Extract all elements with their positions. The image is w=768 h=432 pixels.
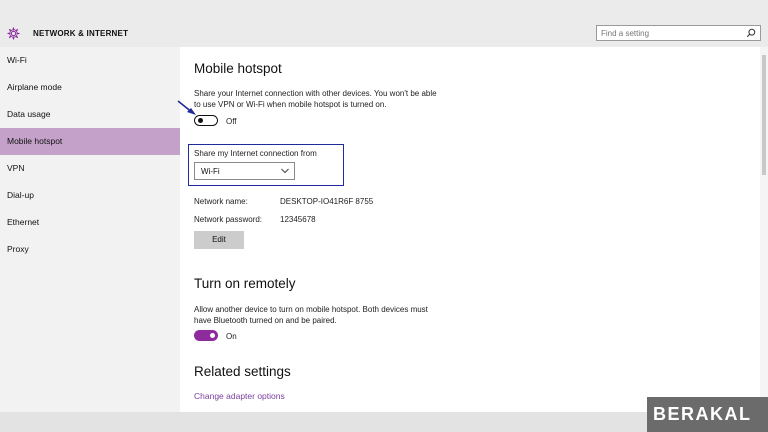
share-from-value: Wi-Fi — [201, 167, 220, 176]
hotspot-toggle-label: Off — [226, 117, 237, 126]
chevron-down-icon — [281, 168, 289, 174]
related-title: Related settings — [194, 364, 291, 379]
network-password-label: Network password: — [194, 215, 263, 224]
remote-toggle[interactable] — [194, 330, 218, 341]
remote-toggle-label: On — [226, 332, 237, 341]
hotspot-title: Mobile hotspot — [194, 61, 282, 76]
gear-icon — [7, 27, 20, 40]
network-name-label: Network name: — [194, 197, 248, 206]
search-icon[interactable] — [746, 28, 756, 38]
edit-button[interactable]: Edit — [194, 231, 244, 249]
hotspot-toggle[interactable] — [194, 115, 218, 126]
arrow-pointer-icon — [177, 100, 196, 115]
share-from-dropdown[interactable]: Wi-Fi — [194, 162, 295, 180]
scrollbar[interactable] — [760, 47, 768, 412]
sidebar-item-dial-up[interactable]: Dial-up — [0, 182, 180, 209]
remote-title: Turn on remotely — [194, 276, 296, 291]
app-title: NETWORK & INTERNET — [33, 29, 129, 38]
network-password-value: 12345678 — [280, 215, 316, 224]
share-label: Share my Internet connection from — [194, 149, 317, 158]
search-input[interactable] — [601, 27, 741, 39]
scrollbar-thumb[interactable] — [762, 55, 766, 175]
network-name-value: DESKTOP-IO41R6F 8755 — [280, 197, 374, 206]
sidebar-item-proxy[interactable]: Proxy — [0, 236, 180, 263]
sidebar-item-ethernet[interactable]: Ethernet — [0, 209, 180, 236]
sidebar-item-airplane-mode[interactable]: Airplane mode — [0, 74, 180, 101]
hotspot-description: Share your Internet connection with othe… — [194, 89, 437, 109]
sidebar-item-wifi[interactable]: Wi-Fi — [0, 47, 180, 74]
search-box[interactable] — [596, 25, 761, 41]
watermark-logo: BERAKAL — [647, 397, 768, 432]
sidebar: Wi-Fi Airplane mode Data usage Mobile ho… — [0, 47, 180, 412]
remote-description: Allow another device to turn on mobile h… — [194, 305, 428, 325]
change-adapter-options-link[interactable]: Change adapter options — [194, 391, 285, 401]
sidebar-item-vpn[interactable]: VPN — [0, 155, 180, 182]
sidebar-item-mobile-hotspot[interactable]: Mobile hotspot — [0, 128, 180, 155]
sidebar-item-data-usage[interactable]: Data usage — [0, 101, 180, 128]
